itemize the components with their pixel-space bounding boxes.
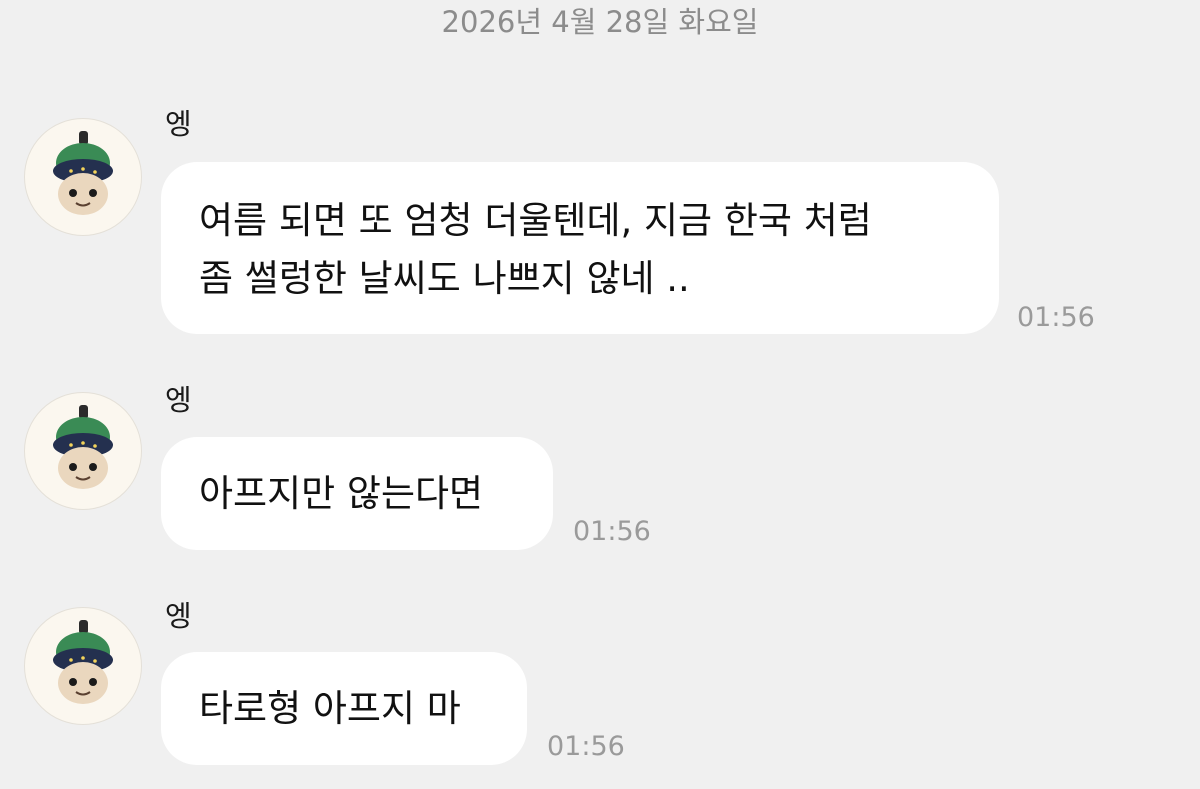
avatar[interactable]: [24, 118, 142, 236]
plush-character-avatar-icon: [53, 620, 113, 704]
sender-name: 엥: [165, 107, 192, 141]
message-bubble[interactable]: 아프지만 않는다면: [161, 437, 553, 550]
chat-view[interactable]: 2026년 4월 28일 화요일 엥 여름 되면 또 엄청 더울텐데, 지금 한…: [0, 0, 1200, 789]
plush-character-avatar-icon: [53, 131, 113, 215]
avatar[interactable]: [24, 392, 142, 510]
message-timestamp: 01:56: [547, 731, 625, 762]
message-timestamp: 01:56: [1017, 302, 1095, 333]
avatar[interactable]: [24, 607, 142, 725]
message-bubble[interactable]: 여름 되면 또 엄청 더울텐데, 지금 한국 처럼 좀 썰렁한 날씨도 나쁘지 …: [161, 162, 999, 334]
message-timestamp: 01:56: [573, 516, 651, 547]
sender-name: 엥: [165, 383, 192, 417]
date-divider: 2026년 4월 28일 화요일: [441, 5, 759, 39]
message-bubble[interactable]: 타로형 아프지 마: [161, 652, 527, 765]
sender-name: 엥: [165, 599, 192, 633]
plush-character-avatar-icon: [53, 405, 113, 489]
